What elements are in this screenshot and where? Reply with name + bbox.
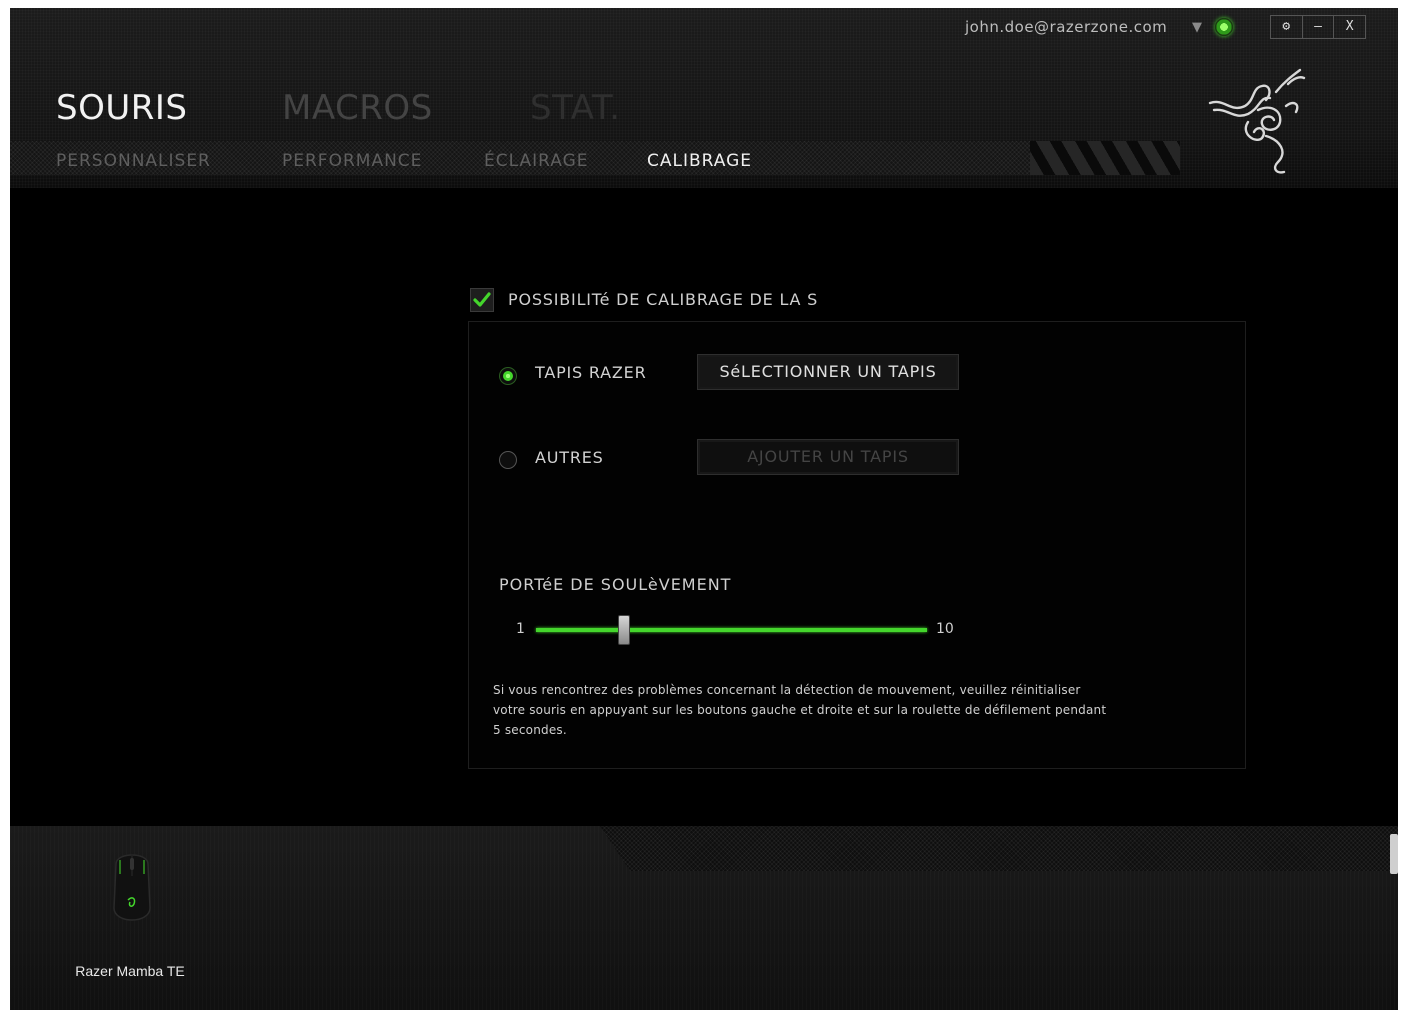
- enable-calibration-label: POSSIBILITé DE CALIBRAGE DE LA S: [508, 290, 819, 309]
- select-mat-button[interactable]: SéLECTIONNER UN TAPIS: [697, 354, 959, 390]
- liftoff-min-label: 1: [516, 621, 525, 637]
- liftoff-max-label: 10: [936, 621, 954, 637]
- liftoff-range-label: PORTéE DE SOULèVEMENT: [499, 575, 732, 594]
- online-status-icon: [1215, 18, 1233, 36]
- mouse-icon[interactable]: [102, 846, 162, 932]
- razer-logo: [1208, 68, 1306, 174]
- tab-calibrage[interactable]: CALIBRAGE: [647, 151, 752, 171]
- tab-personnaliser[interactable]: PERSONNALISER: [56, 151, 211, 171]
- liftoff-slider-fill: [536, 628, 927, 632]
- checkmark-icon: [473, 292, 491, 307]
- account-dropdown-icon[interactable]: ▼: [1192, 20, 1202, 35]
- tab-performance[interactable]: PERFORMANCE: [282, 151, 422, 171]
- tab-eclairage[interactable]: ÉCLAIRAGE: [484, 151, 588, 171]
- footer-scroll-handle[interactable]: [1390, 834, 1398, 874]
- razer-mat-radio[interactable]: [499, 367, 517, 385]
- tab-stat[interactable]: STAT.: [530, 88, 620, 128]
- synapse-window: john.doe@razerzone.com ▼ ⚙ – X SOURIS MA…: [10, 8, 1398, 1010]
- footer-decoration: [600, 826, 1398, 871]
- tab-macros[interactable]: MACROS: [282, 88, 433, 128]
- settings-icon[interactable]: ⚙: [1271, 16, 1303, 38]
- minimize-button[interactable]: –: [1303, 16, 1335, 38]
- razer-mat-label: TAPIS RAZER: [535, 363, 647, 382]
- device-name[interactable]: Razer Mamba TE: [70, 963, 190, 979]
- account-email[interactable]: john.doe@razerzone.com: [965, 18, 1167, 36]
- subtab-bar-decoration: [1030, 141, 1180, 175]
- other-mat-label: AUTRES: [535, 448, 604, 467]
- window-controls: ⚙ – X: [1270, 15, 1366, 39]
- other-mat-radio[interactable]: [499, 451, 517, 469]
- liftoff-slider-thumb[interactable]: [617, 615, 630, 645]
- tab-souris[interactable]: SOURIS: [56, 88, 187, 128]
- reset-instructions: Si vous rencontrez des problèmes concern…: [493, 683, 1107, 737]
- add-mat-button[interactable]: AJOUTER UN TAPIS: [697, 439, 959, 475]
- liftoff-slider[interactable]: [536, 615, 927, 645]
- close-button[interactable]: X: [1334, 16, 1365, 38]
- enable-calibration-checkbox[interactable]: [470, 288, 494, 312]
- calibration-panel: TAPIS RAZER SéLECTIONNER UN TAPIS AUTRES…: [468, 321, 1246, 769]
